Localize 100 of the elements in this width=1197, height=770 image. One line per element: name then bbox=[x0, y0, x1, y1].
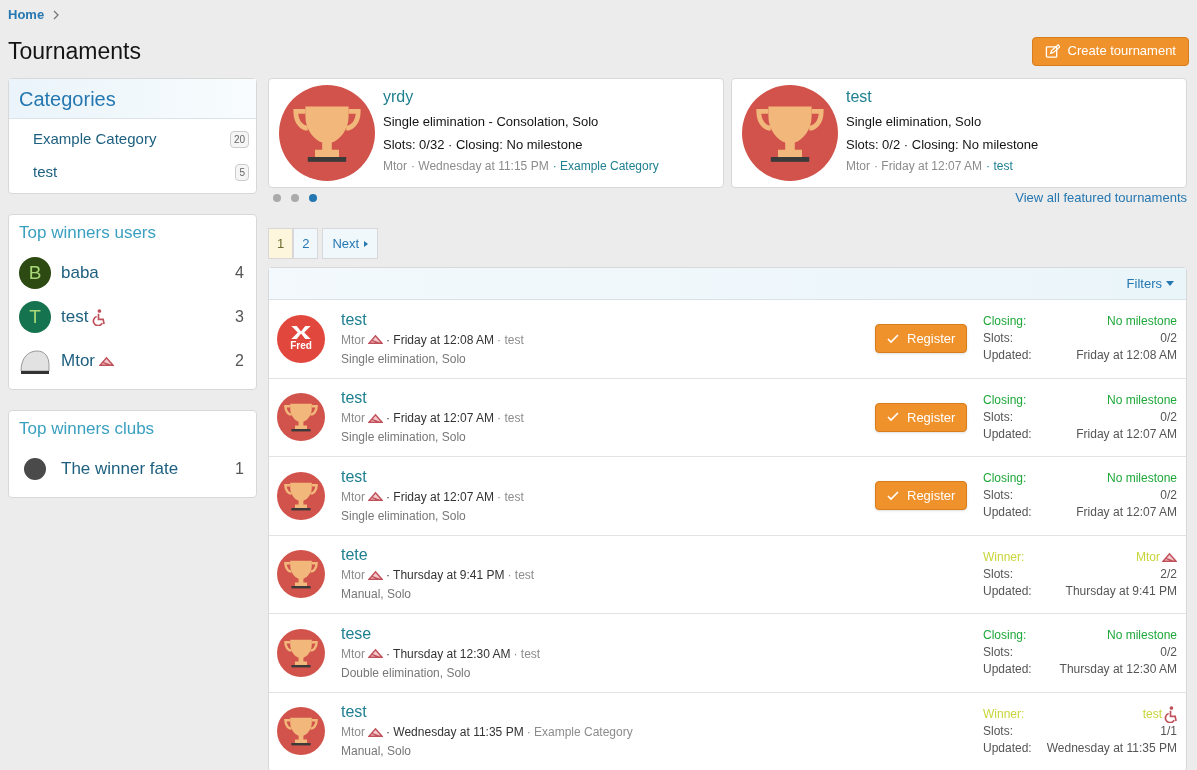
author-link[interactable]: Mtor bbox=[383, 157, 407, 175]
slots-label: Slots: bbox=[983, 330, 1014, 348]
tournament-format: Single elimination, Solo bbox=[846, 113, 983, 131]
win-count: 3 bbox=[235, 307, 245, 327]
slots-value: 0/2 bbox=[1159, 644, 1177, 662]
register-button[interactable]: Register bbox=[875, 402, 968, 432]
view-all-link[interactable]: View all featured tournaments bbox=[1015, 188, 1187, 208]
win-count: 2 bbox=[235, 351, 245, 371]
category-link[interactable]: · test bbox=[497, 330, 524, 349]
trophy-icon bbox=[279, 85, 375, 181]
author-link[interactable]: Mtor bbox=[846, 157, 870, 175]
filters-button[interactable]: Filters bbox=[1126, 273, 1174, 294]
page-button[interactable]: 1 bbox=[268, 228, 294, 259]
tournament-format: Single elimination, Solo bbox=[341, 429, 467, 447]
category-link[interactable]: Example Category bbox=[33, 128, 157, 151]
register-button[interactable]: Register bbox=[875, 324, 968, 354]
status-label: Closing: bbox=[983, 391, 1028, 409]
post-time: · Friday at 12:08 AM bbox=[386, 331, 495, 349]
updated-label: Updated: bbox=[983, 661, 1032, 679]
slots-label: Slots: bbox=[983, 565, 1014, 583]
category-link[interactable]: test bbox=[33, 161, 58, 184]
breadcrumb-link[interactable]: Home bbox=[8, 5, 45, 25]
category-link[interactable]: · Example Category bbox=[526, 723, 633, 742]
post-time: · Wednesday at 11:35 PM bbox=[386, 724, 524, 742]
tournament-format: Double elimination, Solo bbox=[341, 664, 472, 682]
slots-label: Slots: bbox=[983, 408, 1014, 426]
tournament-format: Single elimination, Solo bbox=[341, 507, 467, 525]
club-link[interactable]: The winner fate bbox=[61, 456, 226, 482]
wheelchair-icon bbox=[92, 308, 106, 326]
next-page-button[interactable]: Next bbox=[322, 228, 379, 259]
trophy-icon bbox=[277, 550, 325, 599]
user-link[interactable]: baba bbox=[61, 260, 99, 286]
slots-value: 2/2 bbox=[1159, 565, 1177, 583]
author-link[interactable]: Mtor bbox=[341, 723, 365, 742]
post-time: · Friday at 12:07 AM bbox=[386, 488, 495, 506]
register-button[interactable]: Register bbox=[875, 481, 968, 511]
tournament-format: Single elimination, Solo bbox=[341, 350, 467, 368]
caret-down-icon bbox=[1166, 281, 1174, 286]
checkmark-icon bbox=[887, 333, 899, 344]
tournament-title-link[interactable]: test bbox=[341, 388, 875, 409]
trophy-icon bbox=[277, 628, 325, 677]
category-link[interactable]: · Example Category bbox=[552, 157, 659, 175]
slots-label: Slots: bbox=[983, 722, 1014, 740]
tournament-title-link[interactable]: tete bbox=[341, 545, 875, 566]
tournament-title-link[interactable]: yrdy bbox=[383, 85, 659, 109]
trophy-icon bbox=[742, 85, 838, 181]
rank-badge-icon bbox=[99, 355, 114, 367]
trophy-icon bbox=[277, 393, 325, 442]
checkmark-icon bbox=[887, 490, 899, 501]
updated-time: Friday at 12:07 AM bbox=[1075, 504, 1177, 522]
status-label: Closing: bbox=[983, 313, 1028, 331]
author-link[interactable]: Mtor bbox=[341, 566, 365, 585]
author-link[interactable]: Mtor bbox=[341, 487, 365, 506]
rank-badge-icon bbox=[1162, 551, 1177, 563]
tournament-format: Manual, Solo bbox=[341, 743, 413, 761]
slots-value: 1/1 bbox=[1159, 722, 1177, 740]
tournament-title-link[interactable]: test bbox=[341, 309, 875, 330]
tournament-format: Single elimination - Consolation, Solo bbox=[383, 113, 600, 131]
rank-badge-icon bbox=[368, 334, 383, 346]
tournament-title-link[interactable]: test bbox=[341, 466, 875, 487]
author-link[interactable]: Mtor bbox=[341, 409, 365, 428]
win-count: 4 bbox=[235, 263, 245, 283]
post-time: · Wednesday at 11:15 PM bbox=[411, 158, 549, 175]
category-link[interactable]: · test bbox=[986, 157, 1013, 175]
slots-label: Slots: bbox=[983, 487, 1014, 505]
tournament-title-link[interactable]: test bbox=[846, 85, 1039, 109]
panel-title: Top winners users bbox=[19, 222, 157, 245]
status-label: Closing: bbox=[983, 627, 1028, 645]
updated-label: Updated: bbox=[983, 504, 1032, 522]
user-avatar: T bbox=[19, 301, 51, 333]
create-tournament-button[interactable]: Create tournament bbox=[1031, 36, 1189, 66]
status-label: Winner: bbox=[983, 548, 1026, 566]
user-link[interactable]: Mtor bbox=[61, 348, 95, 374]
user-avatar: B bbox=[19, 257, 51, 289]
user-link[interactable]: test bbox=[61, 304, 89, 330]
rank-badge-icon bbox=[368, 726, 383, 738]
updated-time: Thursday at 12:30 AM bbox=[1058, 661, 1177, 679]
closing-value: No milestone bbox=[1106, 391, 1177, 409]
tournament-format: Manual, Solo bbox=[341, 586, 413, 604]
tournament-title-link[interactable]: test bbox=[341, 702, 875, 723]
avatar-label: Fred bbox=[290, 340, 312, 353]
tournament-info: Slots: 0/2 · Closing: No milestone bbox=[846, 135, 1039, 154]
updated-label: Updated: bbox=[983, 425, 1032, 443]
category-link[interactable]: · test bbox=[497, 487, 524, 506]
author-link[interactable]: Mtor bbox=[341, 330, 365, 349]
post-time: · Thursday at 12:30 AM bbox=[386, 645, 511, 663]
category-link[interactable]: · test bbox=[513, 644, 541, 663]
chevron-right-icon bbox=[52, 10, 61, 20]
updated-time: Friday at 12:07 AM bbox=[1075, 425, 1177, 443]
closing-value: No milestone bbox=[1106, 313, 1177, 331]
page-button[interactable]: 2 bbox=[293, 228, 319, 259]
updated-label: Updated: bbox=[983, 347, 1032, 365]
trophy-icon bbox=[277, 707, 325, 756]
caret-right-icon bbox=[364, 240, 369, 247]
tournament-title-link[interactable]: tese bbox=[341, 623, 875, 644]
status-label: Winner: bbox=[983, 705, 1026, 723]
author-link[interactable]: Mtor bbox=[341, 644, 365, 663]
category-link[interactable]: · test bbox=[497, 409, 524, 428]
category-link[interactable]: · test bbox=[507, 566, 535, 585]
panel-title: Top winners clubs bbox=[19, 418, 156, 441]
